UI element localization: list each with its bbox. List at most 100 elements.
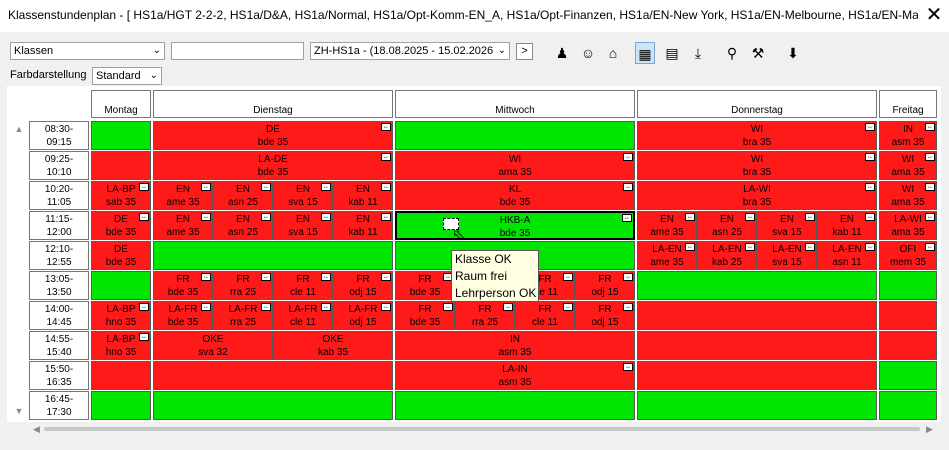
lesson-cell[interactable]: EN ame 35 ↔	[153, 211, 213, 240]
expand-marker-icon[interactable]: ↔	[925, 243, 935, 251]
lesson-cell[interactable]: EN sva 15 ↔	[273, 181, 333, 210]
scroll-up-icon[interactable]: ▲	[11, 124, 27, 134]
lesson-cell[interactable]: LA-BP sab 35 ↔	[91, 181, 151, 210]
expand-marker-icon[interactable]: ↔	[563, 273, 573, 281]
expand-marker-icon[interactable]: ↔	[321, 213, 331, 221]
expand-marker-icon[interactable]: ↔	[139, 303, 149, 311]
expand-marker-icon[interactable]: ↔	[865, 183, 875, 191]
expand-marker-icon[interactable]: ↔	[925, 213, 935, 221]
lesson-cell[interactable]	[637, 361, 877, 390]
expand-marker-icon[interactable]: ↔	[443, 303, 453, 311]
expand-marker-icon[interactable]: ↔	[503, 303, 513, 311]
expand-marker-icon[interactable]: ↔	[261, 183, 271, 191]
horizontal-scrollbar[interactable]	[44, 427, 920, 431]
lesson-cell[interactable]: WI bra 35 ↔	[637, 121, 877, 150]
expand-marker-icon[interactable]: ↔	[745, 213, 755, 221]
expand-marker-icon[interactable]: ↔	[623, 153, 633, 161]
lesson-cell[interactable]: HKB-A bde 35 ↔	[395, 211, 635, 240]
expand-marker-icon[interactable]: ↔	[622, 214, 632, 222]
lesson-cell[interactable]	[879, 331, 937, 360]
expand-marker-icon[interactable]: ↔	[381, 213, 391, 221]
lesson-cell[interactable]: DE bde 35 ↔	[91, 211, 151, 240]
lesson-cell[interactable]: EN asn 25 ↔	[213, 181, 273, 210]
lesson-cell[interactable]: IN asm 35	[395, 331, 635, 360]
expand-marker-icon[interactable]: ↔	[139, 183, 149, 191]
lesson-cell[interactable]	[91, 391, 151, 420]
lesson-cell[interactable]: FRrra 25↔	[455, 301, 515, 330]
view-select[interactable]: Klassen ⌄	[10, 42, 165, 60]
lesson-cell[interactable]: FR odj 15 ↔	[333, 271, 393, 300]
lesson-cell[interactable]: EN ame 35 ↔	[637, 211, 697, 240]
expand-marker-icon[interactable]: ↔	[381, 303, 391, 311]
lesson-cell[interactable]	[91, 361, 151, 390]
expand-marker-icon[interactable]: ↔	[139, 333, 149, 341]
lesson-cell[interactable]: WI bra 35 ↔	[637, 151, 877, 180]
lesson-cell[interactable]: FR bde 35 ↔	[153, 271, 213, 300]
lesson-cell[interactable]: WI ama 35 ↔	[395, 151, 635, 180]
add-room-icon[interactable]: ⌂	[603, 42, 623, 64]
lesson-cell[interactable]: OKE sva 32	[153, 331, 273, 360]
expand-marker-icon[interactable]: ↔	[201, 273, 211, 281]
expand-marker-icon[interactable]: ↔	[381, 183, 391, 191]
expand-marker-icon[interactable]: ↔	[685, 213, 695, 221]
list-icon[interactable]: ▤	[662, 42, 682, 64]
next-button[interactable]: >	[516, 43, 533, 60]
expand-marker-icon[interactable]: ↔	[865, 153, 875, 161]
lesson-cell[interactable]: EN kab 11 ↔	[333, 211, 393, 240]
expand-marker-icon[interactable]: ↔	[623, 273, 633, 281]
lesson-cell[interactable]	[637, 301, 877, 330]
download-tray-icon[interactable]: ⤓	[688, 42, 708, 64]
lesson-cell[interactable]: LA-FR rra 25 ↔	[213, 301, 273, 330]
lesson-cell[interactable]: LA-FR cle 11 ↔	[273, 301, 333, 330]
expand-marker-icon[interactable]: ↔	[381, 153, 391, 161]
lesson-cell[interactable]: FR odj 15 ↔	[575, 301, 635, 330]
tools-icon[interactable]: ⚒	[748, 42, 768, 64]
lesson-cell[interactable]	[153, 241, 393, 270]
lesson-cell[interactable]: LA-EN ame 35 ↔	[637, 241, 697, 270]
lesson-cell[interactable]: LA-EN asn 11 ↔	[817, 241, 877, 270]
lesson-cell[interactable]: WI ama 35 ↔	[879, 181, 937, 210]
lesson-cell[interactable]: FRrra 25↔	[213, 271, 273, 300]
lesson-cell[interactable]	[91, 151, 151, 180]
lesson-cell[interactable]: LA-FR odj 15 ↔	[333, 301, 393, 330]
lesson-cell[interactable]	[637, 391, 877, 420]
lesson-cell[interactable]: EN asn 25 ↔	[697, 211, 757, 240]
lesson-cell[interactable]: LA-BP hno 35 ↔	[91, 301, 151, 330]
lesson-cell[interactable]	[879, 391, 937, 420]
lesson-cell[interactable]: EN sva 15 ↔	[757, 211, 817, 240]
lesson-cell[interactable]: LA-EN kab 25 ↔	[697, 241, 757, 270]
lesson-cell[interactable]	[637, 331, 877, 360]
expand-marker-icon[interactable]: ↔	[321, 273, 331, 281]
lesson-cell[interactable]: FR bde 35 ↔	[395, 301, 455, 330]
scroll-down-icon[interactable]: ▼	[11, 406, 27, 416]
period-select[interactable]: ZH-HS1a - (18.08.2025 - 15.02.2026 ⌄	[310, 42, 510, 60]
expand-marker-icon[interactable]: ↔	[805, 213, 815, 221]
lesson-cell[interactable]: FR odj 15 ↔	[575, 271, 635, 300]
expand-marker-icon[interactable]: ↔	[261, 213, 271, 221]
expand-marker-icon[interactable]: ↔	[321, 183, 331, 191]
scroll-left-icon[interactable]: ◀	[33, 424, 40, 435]
lesson-cell[interactable]: EN kab 11 ↔	[817, 211, 877, 240]
expand-marker-icon[interactable]: ↔	[321, 303, 331, 311]
lesson-cell[interactable]: FR cle 11 ↔	[515, 301, 575, 330]
lesson-cell[interactable]: LA-FR bde 35 ↔	[153, 301, 213, 330]
lesson-cell[interactable]	[879, 301, 937, 330]
expand-marker-icon[interactable]: ↔	[201, 183, 211, 191]
search-icon[interactable]: ⚲	[722, 42, 742, 64]
lesson-cell[interactable]: WI ama 35 ↔	[879, 151, 937, 180]
lesson-cell[interactable]: EN sva 15 ↔	[273, 211, 333, 240]
lesson-cell[interactable]: LA-WI bra 35 ↔	[637, 181, 877, 210]
lesson-cell[interactable]: EN kab 11 ↔	[333, 181, 393, 210]
lesson-cell[interactable]: LA-EN sva 15 ↔	[757, 241, 817, 270]
lesson-cell[interactable]: KL bde 35 ↔	[395, 181, 635, 210]
lesson-cell[interactable]: EN ame 35 ↔	[153, 181, 213, 210]
lesson-cell[interactable]	[879, 271, 937, 300]
expand-marker-icon[interactable]: ↔	[201, 213, 211, 221]
lesson-cell[interactable]: DE bde 35	[91, 241, 151, 270]
search-input[interactable]	[171, 42, 304, 60]
expand-marker-icon[interactable]: ↔	[623, 303, 633, 311]
expand-marker-icon[interactable]: ↔	[865, 243, 875, 251]
add-teacher-icon[interactable]: ☺	[578, 42, 598, 64]
close-icon[interactable]: ✕	[922, 3, 946, 27]
expand-marker-icon[interactable]: ↔	[623, 183, 633, 191]
